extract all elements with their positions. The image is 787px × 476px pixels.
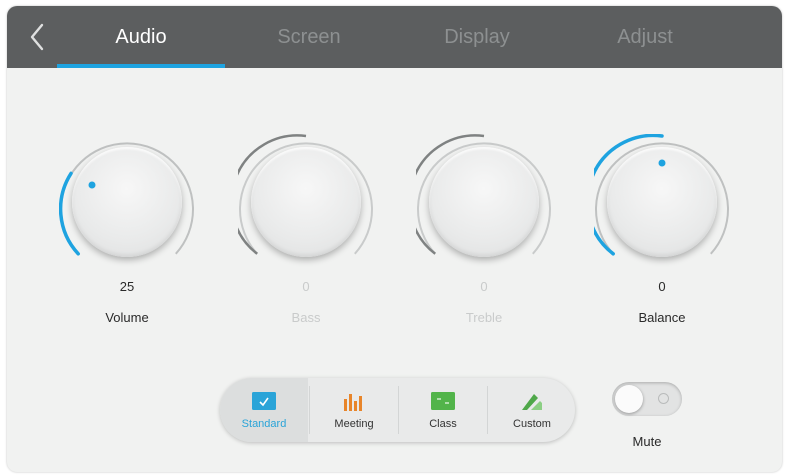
treble-label: Treble (465, 310, 503, 325)
top-bar: Audio Screen Display Adjust (7, 6, 782, 68)
mode-standard-button[interactable]: Standard (220, 378, 308, 442)
off-indicator-icon (658, 393, 669, 404)
volume-label: Volume (105, 310, 149, 325)
mode-meeting-button[interactable]: Meeting (310, 378, 398, 442)
active-tab-indicator (57, 64, 225, 68)
balance-value: 0 (658, 279, 666, 294)
back-button[interactable] (25, 20, 49, 54)
chevron-left-icon (30, 23, 44, 51)
treble-knob[interactable] (416, 134, 552, 270)
audio-settings-panel: Audio Screen Display Adjust 25 Volume 0 … (7, 6, 782, 472)
mute-toggle-thumb (615, 385, 643, 413)
mode-custom-label: Custom (513, 417, 551, 430)
mode-standard-label: Standard (241, 417, 287, 430)
balance-knob-cap (607, 147, 717, 257)
volume-knob-cap (72, 147, 182, 257)
treble-value: 0 (480, 279, 488, 294)
mode-meeting-label: Meeting (334, 417, 374, 430)
balance-knob[interactable] (594, 134, 730, 270)
volume-value: 25 (119, 279, 135, 294)
custom-icon (522, 393, 542, 410)
mode-class-button[interactable]: Class (399, 378, 487, 442)
bass-knob-cap (251, 147, 361, 257)
standard-icon (252, 391, 276, 410)
bass-knob[interactable] (238, 134, 374, 270)
tab-screen[interactable]: Screen (225, 6, 393, 68)
tab-adjust[interactable]: Adjust (561, 6, 729, 68)
bass-value: 0 (302, 279, 310, 294)
balance-label: Balance (638, 310, 686, 325)
sound-mode-selector: Standard Meeting Class Custom (220, 378, 575, 442)
volume-knob[interactable] (59, 134, 195, 270)
mode-custom-button[interactable]: Custom (488, 378, 576, 442)
mode-class-label: Class (429, 417, 457, 430)
treble-knob-cap (429, 147, 539, 257)
bass-label: Bass (291, 310, 321, 325)
tab-audio[interactable]: Audio (57, 6, 225, 68)
meeting-icon (344, 393, 362, 411)
tab-display[interactable]: Display (393, 6, 561, 68)
mute-label: Mute (632, 434, 662, 449)
class-icon (431, 391, 455, 410)
mute-toggle[interactable] (612, 382, 682, 416)
